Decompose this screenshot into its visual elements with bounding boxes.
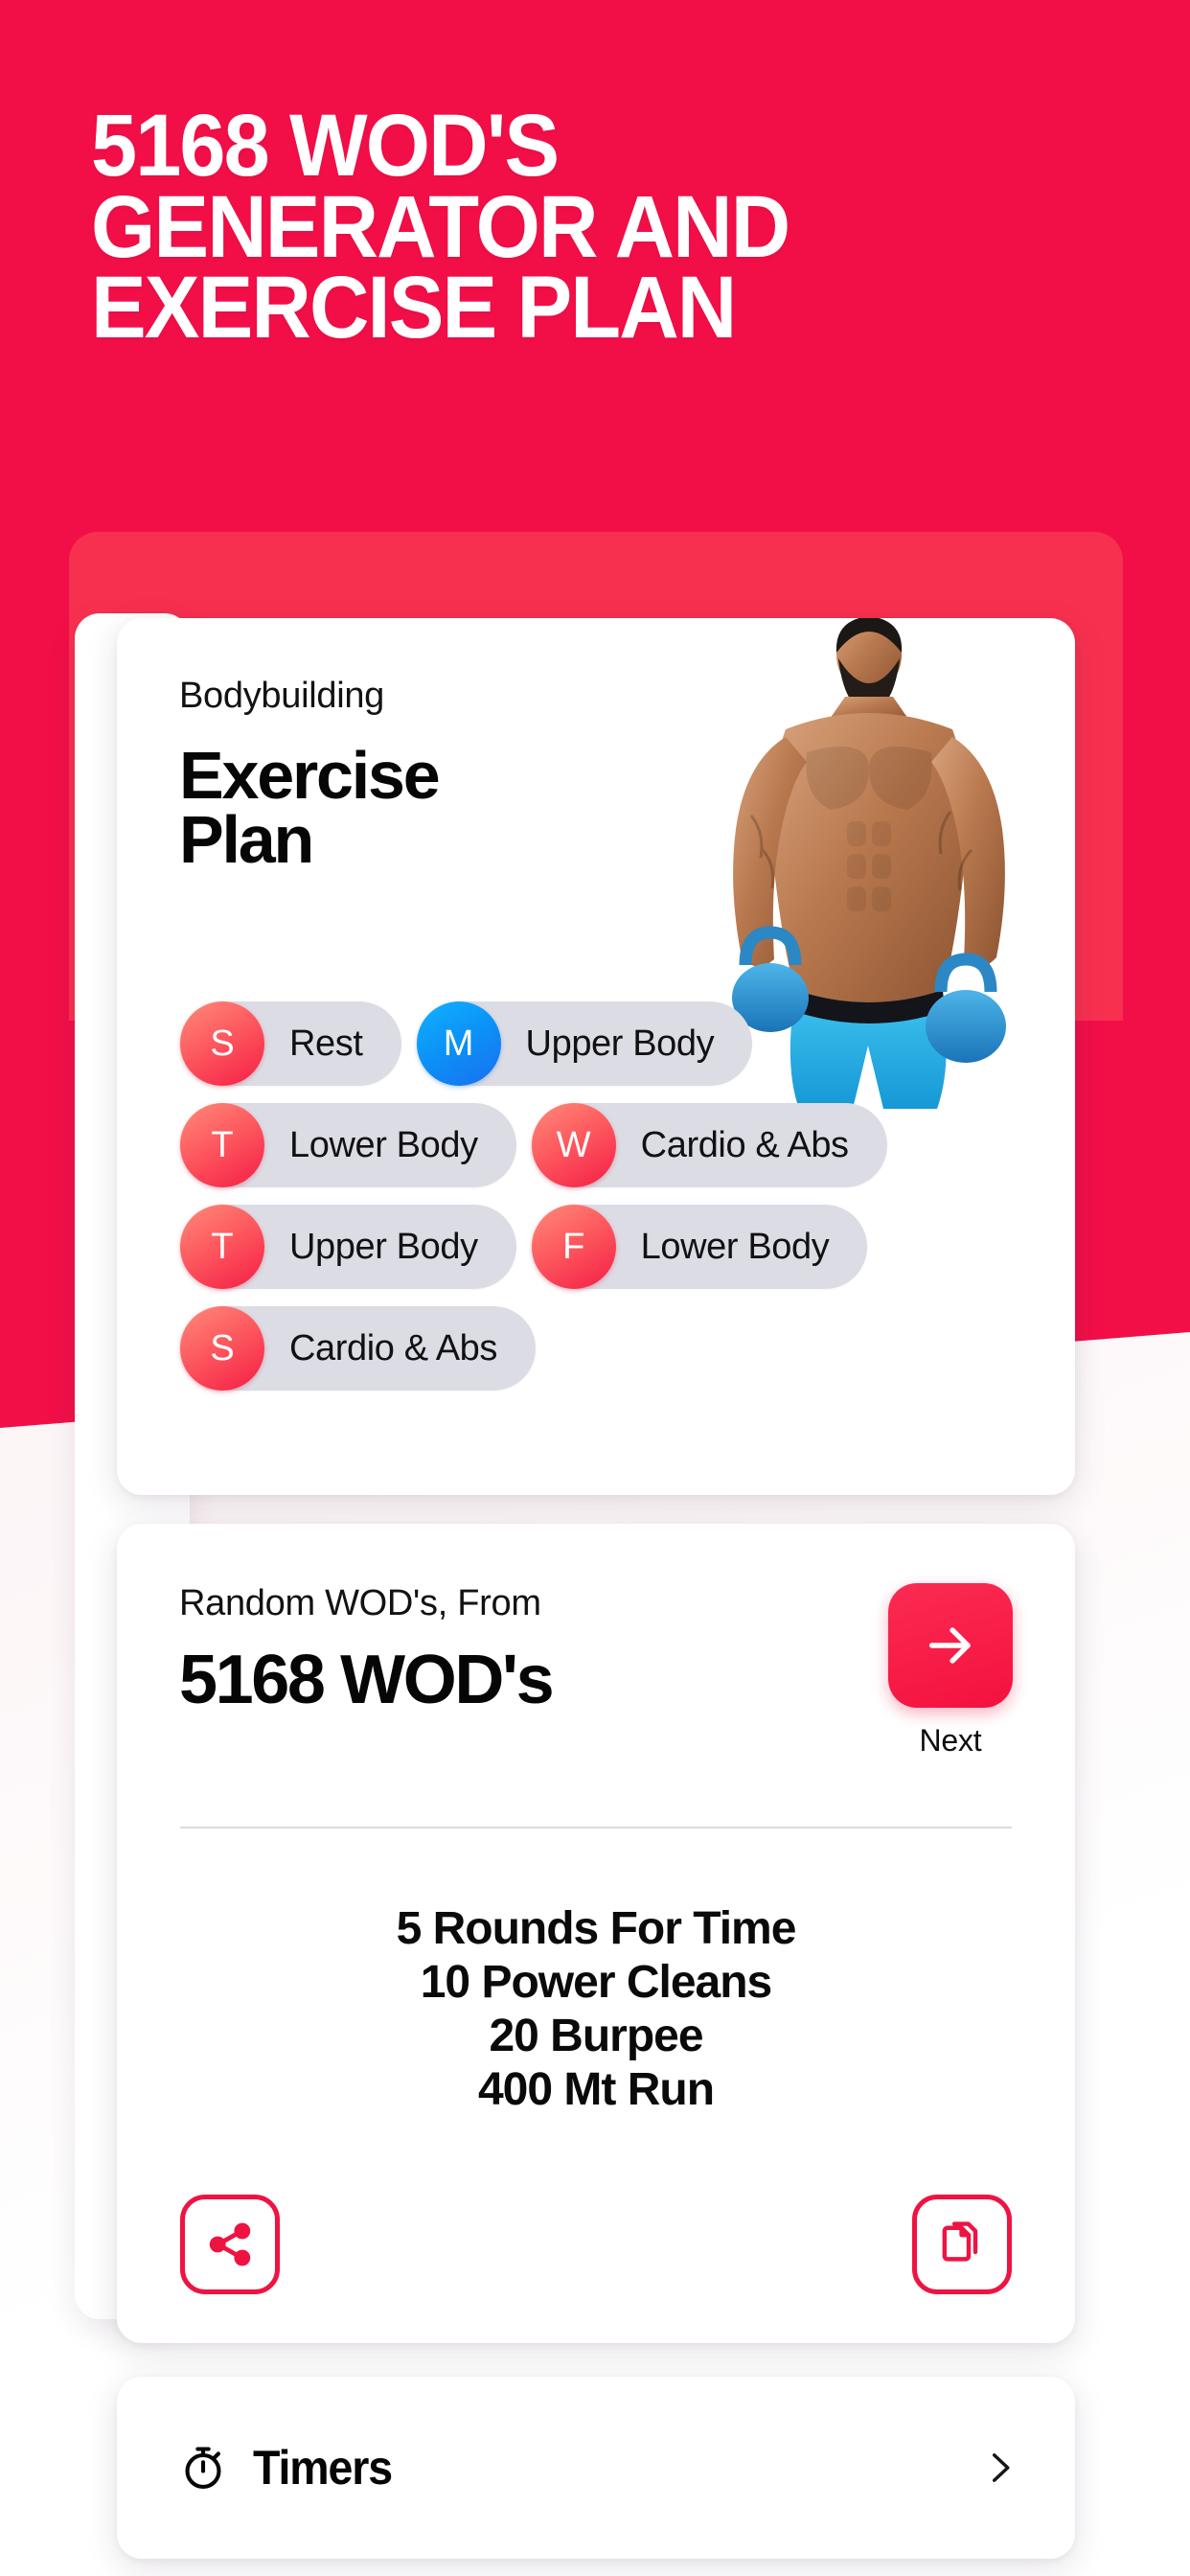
wod-workout-text: 5 Rounds For Time 10 Power Cleans 20 Burpe…: [180, 1902, 1012, 2118]
next-wod-control[interactable]: Next: [883, 1583, 1018, 1759]
arrow-right-icon: [928, 1627, 971, 1664]
schedule-row: S Rest M Upper Body: [180, 1001, 1023, 1086]
day-workout-label: Lower Body: [289, 1124, 478, 1165]
day-initial-badge: S: [180, 1306, 264, 1391]
schedule-day-pill[interactable]: W Cardio & Abs: [531, 1103, 887, 1187]
day-workout-label: Cardio & Abs: [289, 1327, 497, 1368]
day-initial-badge: M: [416, 1001, 501, 1086]
next-button[interactable]: [888, 1583, 1013, 1708]
plan-title-line-2: Plan: [179, 801, 314, 877]
wod-divider: [180, 1827, 1012, 1828]
day-initial-badge: F: [531, 1205, 616, 1289]
wod-action-bar: [180, 2195, 1012, 2294]
page-title: 5168 WOD'S GENERATOR AND EXERCISE PLAN: [91, 97, 790, 357]
plan-kicker: Bodybuilding: [179, 676, 385, 716]
timers-label: Timers: [253, 2441, 393, 2495]
exercise-plan-heading-block: Bodybuilding Exercise Plan: [179, 676, 1018, 873]
schedule-day-pill[interactable]: T Upper Body: [180, 1205, 516, 1289]
headline-line-3: EXERCISE PLAN: [91, 259, 737, 357]
copy-icon: [942, 2221, 978, 2262]
wod-line: 10 Power Cleans: [420, 1957, 773, 2009]
share-icon: [209, 2222, 251, 2266]
schedule-day-pill[interactable]: S Rest: [180, 1001, 401, 1086]
timers-card[interactable]: Timers: [117, 2377, 1075, 2559]
schedule-row: T Lower Body W Cardio & Abs: [180, 1103, 1023, 1187]
day-initial-badge: T: [180, 1205, 264, 1289]
day-initial-badge: W: [531, 1103, 616, 1187]
stopwatch-icon: [185, 2447, 221, 2489]
day-initial-badge: T: [180, 1103, 264, 1187]
timers-row[interactable]: Timers: [117, 2377, 1075, 2559]
day-workout-label: Upper Body: [289, 1226, 478, 1267]
schedule-day-pill[interactable]: S Cardio & Abs: [180, 1306, 536, 1391]
wod-line: 400 Mt Run: [477, 2064, 715, 2116]
day-workout-label: Upper Body: [525, 1023, 715, 1064]
schedule-day-pill[interactable]: T Lower Body: [180, 1103, 516, 1187]
chevron-right-icon[interactable]: [979, 2448, 1019, 2488]
headline-line-2: GENERATOR AND: [91, 177, 790, 276]
share-button[interactable]: [180, 2195, 280, 2294]
day-workout-label: Rest: [289, 1023, 363, 1064]
day-workout-label: Cardio & Abs: [640, 1124, 849, 1165]
timers-left-group: Timers: [178, 2440, 402, 2496]
wod-line: 20 Burpee: [489, 2011, 703, 2062]
wod-line: 5 Rounds For Time: [396, 1903, 797, 1954]
weekly-schedule-list: S Rest M Upper Body T Lower Body W Cardio & Abs…: [180, 1001, 1023, 1408]
schedule-row: S Cardio & Abs: [180, 1306, 1023, 1391]
plan-title: Exercise Plan: [179, 742, 1018, 873]
day-initial-badge: S: [180, 1001, 264, 1086]
schedule-day-pill[interactable]: F Lower Body: [531, 1205, 868, 1289]
schedule-day-pill[interactable]: M Upper Body: [416, 1001, 753, 1086]
day-workout-label: Lower Body: [640, 1226, 830, 1267]
headline-line-1: 5168 WOD'S: [91, 97, 560, 195]
copy-button[interactable]: [912, 2195, 1012, 2294]
schedule-row: T Upper Body F Lower Body: [180, 1205, 1023, 1289]
next-button-label: Next: [919, 1723, 982, 1758]
